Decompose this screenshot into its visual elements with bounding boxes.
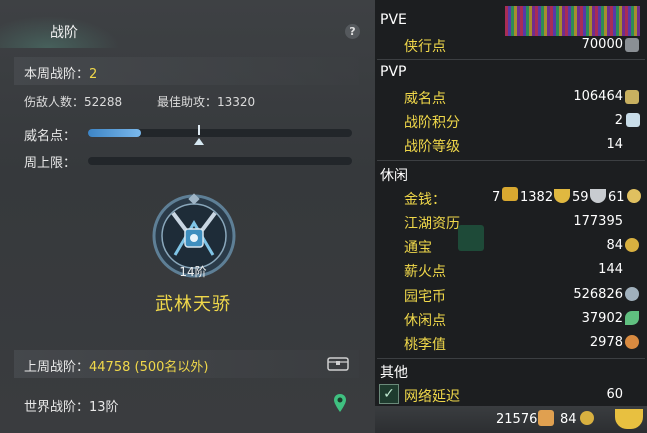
pve-item-label: 侠行点: [404, 39, 446, 55]
last-week-row: 上周战阶：44758 (500名以外): [24, 356, 208, 375]
world-rank-value: 13阶: [89, 400, 119, 415]
leisure-item-label: 休闲点: [404, 313, 446, 329]
leisure-item-value: 37902: [581, 311, 623, 326]
gold-ingot-icon: [502, 187, 518, 201]
pvp-points-label: 战阶积分: [404, 115, 460, 131]
chest-icon[interactable]: [327, 355, 349, 371]
latency-label: 网络延迟: [404, 389, 460, 405]
other-header: 其他: [380, 365, 408, 381]
map-pin-icon[interactable]: [333, 393, 347, 413]
divider: [377, 59, 645, 60]
sword-icon: [625, 38, 639, 52]
gourd-icon: [625, 335, 639, 349]
rank-level: 14阶: [179, 265, 207, 279]
leisure-item-value: 84: [606, 238, 623, 253]
divider: [377, 160, 645, 161]
jade-item-icon: [458, 225, 484, 251]
prestige-progress-fill: [88, 129, 141, 137]
weekly-rank-label: 本周战阶：: [24, 67, 90, 82]
enemies-value: 52288: [84, 95, 123, 109]
rank-name: 武林天骄: [155, 294, 231, 315]
last-week-label: 上周战阶：: [24, 360, 90, 375]
enemies-label: 伤敌人数：: [24, 95, 85, 109]
leisure-item-label: 江湖资历: [404, 216, 460, 232]
prestige-marker: [198, 125, 200, 135]
pvp-header: PVP: [380, 64, 407, 80]
bottom-value-1: 21576: [496, 412, 538, 427]
best-assist-label: 最佳助攻：: [157, 95, 218, 109]
leisure-item-value: 144: [598, 262, 623, 277]
money-silver-big: 1382: [520, 190, 554, 205]
rank-tab-title: 战阶: [50, 25, 78, 41]
latency-checkbox[interactable]: ✓: [379, 384, 399, 404]
divider: [377, 358, 645, 359]
enemies-row: 伤敌人数：52288: [24, 93, 122, 110]
world-rank-row: 世界战阶：13阶: [24, 396, 119, 415]
pvp-level-value: 14: [606, 137, 623, 152]
leisure-item-value: 2978: [589, 335, 623, 350]
prestige-marker-arrow: [194, 138, 204, 145]
last-week-value: 44758 (500名以外): [89, 360, 209, 375]
crystal-icon: [626, 113, 640, 127]
money-silver: 59: [572, 190, 589, 205]
pvp-points-value: 2: [614, 113, 623, 128]
money-label: 金钱：: [404, 192, 446, 208]
leisure-item-value: 177395: [573, 214, 623, 229]
weekly-limit-progress-bar: [88, 157, 352, 165]
prestige-label: 威名点：: [24, 129, 77, 144]
money-copper: 61: [608, 190, 625, 205]
help-icon[interactable]: ?: [345, 24, 360, 39]
bottom-value-2: 84: [560, 412, 577, 427]
coin-icon: [625, 238, 639, 252]
top-banner-strip: [505, 6, 640, 36]
prestige-progress-bar: [88, 129, 352, 137]
weekly-rank-row: 本周战阶：2: [24, 63, 97, 82]
leaf-icon: [625, 311, 639, 325]
pve-item-value: 70000: [581, 37, 623, 52]
latency-value: 60: [606, 387, 623, 402]
garden-coin-icon: [625, 287, 639, 301]
gold-ingot-icon[interactable]: [615, 409, 643, 429]
token-icon: [538, 410, 554, 426]
prestige-icon: [625, 90, 639, 104]
world-rank-label: 世界战阶：: [24, 400, 90, 415]
leisure-item-label: 通宝: [404, 240, 432, 256]
leisure-header: 休闲: [380, 168, 408, 184]
pvp-prestige-label: 威名点: [404, 91, 446, 107]
best-assist-row: 最佳助攻：13320: [157, 93, 255, 110]
leisure-item-label: 园宅币: [404, 289, 446, 305]
leisure-item-label: 薪火点: [404, 264, 446, 280]
leisure-item-label: 桃李值: [404, 337, 446, 353]
copper-coin-icon: [627, 189, 641, 203]
pvp-level-label: 战阶等级: [404, 139, 460, 155]
best-assist-value: 13320: [217, 95, 256, 109]
weekly-rank-value: 2: [89, 67, 98, 82]
pvp-prestige-value: 106464: [573, 89, 623, 104]
money-gold: 7: [492, 190, 501, 205]
leisure-item-value: 526826: [573, 287, 623, 302]
coin-icon: [580, 411, 594, 425]
pve-header: PVE: [380, 12, 407, 28]
weekly-limit-label: 周上限：: [24, 156, 77, 171]
